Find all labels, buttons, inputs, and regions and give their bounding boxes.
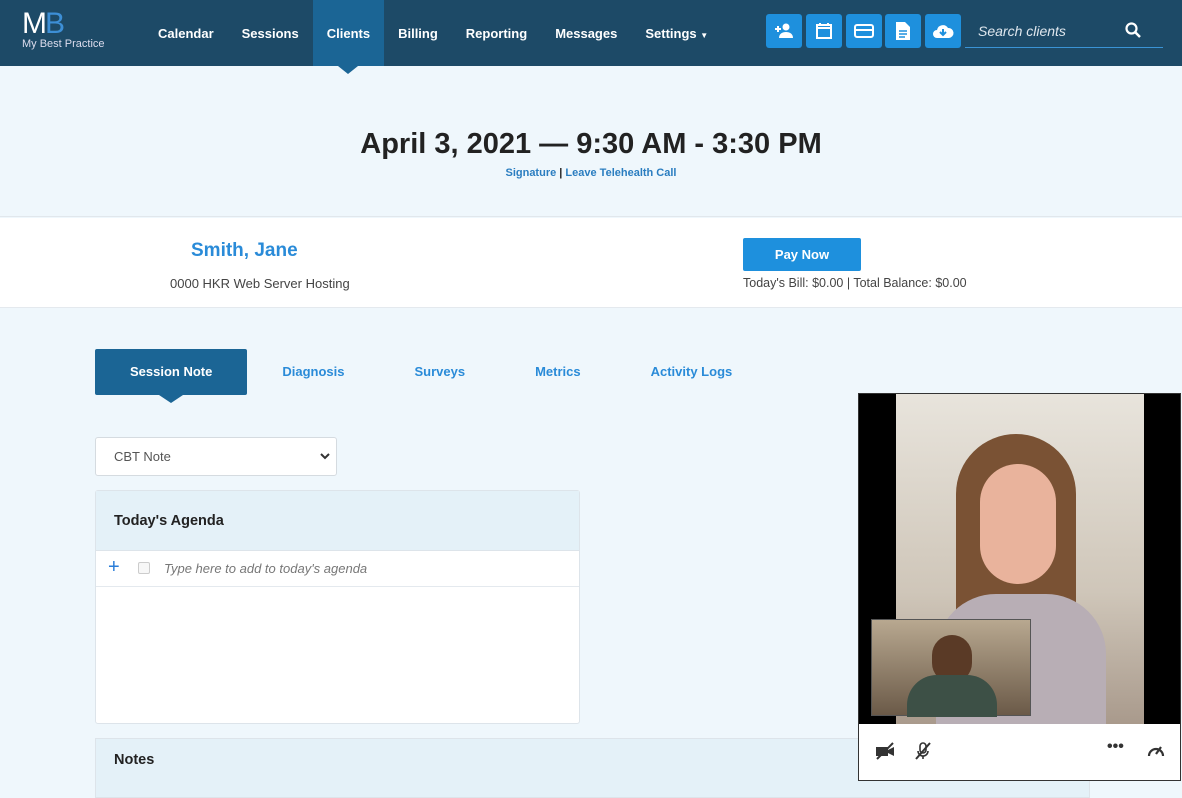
search-icon[interactable]: [1125, 22, 1141, 38]
credit-card-icon: [854, 24, 874, 38]
session-header: April 3, 2021 — 9:30 AM - 3:30 PM Signat…: [0, 66, 1182, 217]
session-title: April 3, 2021 — 9:30 AM - 3:30 PM: [360, 128, 822, 160]
nav-settings-label: Settings: [645, 26, 697, 41]
search-input[interactable]: Search clients: [965, 14, 1163, 48]
separator: |: [559, 167, 563, 179]
calendar-icon: [816, 23, 832, 39]
signature-link[interactable]: Signature: [505, 167, 556, 179]
top-nav: MB My Best Practice Calendar Sessions Cl…: [0, 0, 1182, 74]
nav-sessions[interactable]: Sessions: [228, 0, 313, 66]
client-location: 0000 HKR Web Server Hosting: [170, 276, 350, 291]
logo-mark: MB: [22, 7, 65, 40]
calendar-button[interactable]: [806, 14, 842, 48]
add-client-button[interactable]: [766, 14, 802, 48]
note-type-select[interactable]: CBT Note: [95, 437, 337, 476]
agenda-input[interactable]: Type here to add to today's agenda: [164, 561, 367, 576]
tab-surveys[interactable]: Surveys: [379, 349, 500, 395]
add-client-icon: [775, 23, 793, 38]
caret-down-icon: ▼: [700, 31, 709, 40]
note-tabs: Session Note Diagnosis Surveys Metrics A…: [95, 349, 768, 403]
mic-off-icon[interactable]: [915, 742, 931, 760]
agenda-checkbox[interactable]: [138, 562, 150, 574]
bandwidth-gauge-icon[interactable]: [1147, 742, 1165, 758]
logo-text: My Best Practice: [22, 38, 105, 50]
nav-billing[interactable]: Billing: [384, 0, 452, 66]
chevron-down-icon: [320, 453, 330, 460]
nav-clients[interactable]: Clients: [312, 0, 385, 74]
note-type-value: CBT Note: [114, 449, 171, 464]
self-video-feed: [871, 619, 1031, 717]
billing-summary: Today's Bill: $0.00 | Total Balance: $0.…: [743, 276, 967, 290]
agenda-panel: Today's Agenda + Type here to add to tod…: [95, 490, 580, 724]
nav-messages[interactable]: Messages: [541, 0, 631, 66]
download-button[interactable]: [925, 14, 961, 48]
telehealth-video-panel[interactable]: •••: [858, 393, 1181, 781]
tab-metrics[interactable]: Metrics: [500, 349, 616, 395]
client-bar: Smith, Jane 0000 HKR Web Server Hosting …: [0, 218, 1182, 308]
tab-session-note[interactable]: Session Note: [95, 349, 248, 403]
more-icon[interactable]: •••: [1107, 738, 1124, 756]
nav-settings[interactable]: Settings ▼: [631, 0, 722, 66]
nav-calendar[interactable]: Calendar: [144, 0, 228, 66]
pay-now-button[interactable]: Pay Now: [743, 238, 861, 271]
tab-activity-logs[interactable]: Activity Logs: [616, 349, 768, 395]
leave-telehealth-link[interactable]: Leave Telehealth Call: [565, 167, 676, 179]
remote-video: [859, 394, 1180, 724]
document-button[interactable]: [885, 14, 921, 48]
document-icon: [896, 22, 910, 40]
add-agenda-icon[interactable]: +: [108, 556, 120, 579]
video-off-icon[interactable]: [875, 742, 895, 760]
tab-diagnosis[interactable]: Diagnosis: [247, 349, 379, 395]
billing-button[interactable]: [846, 14, 882, 48]
cloud-download-icon: [933, 25, 954, 38]
nav-reporting[interactable]: Reporting: [452, 0, 541, 66]
logo[interactable]: MB My Best Practice: [22, 7, 105, 51]
search-placeholder: Search clients: [978, 23, 1066, 39]
client-name[interactable]: Smith, Jane: [191, 240, 298, 262]
agenda-title: Today's Agenda: [96, 491, 579, 551]
